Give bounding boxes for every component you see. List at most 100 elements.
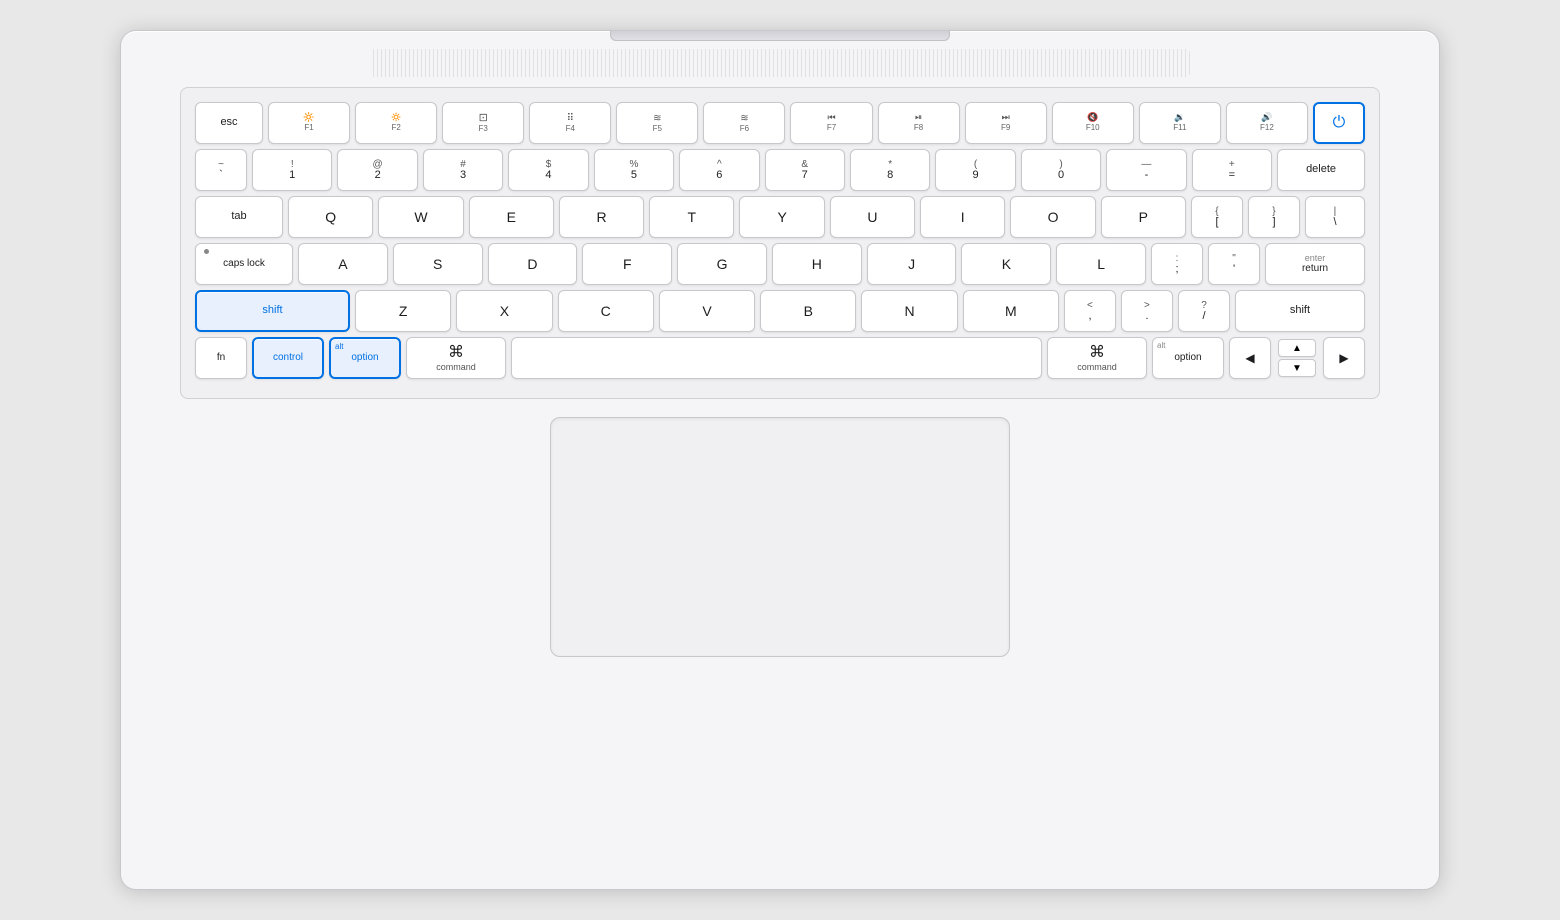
colon-label: : [1176, 254, 1179, 264]
hinge-bar [610, 31, 950, 41]
f-label: F [623, 256, 632, 273]
alt-right-label: alt [1157, 341, 1165, 351]
tilde-bottom: ` [219, 170, 223, 181]
key-8[interactable]: * 8 [850, 149, 930, 191]
key-2[interactable]: @ 2 [337, 149, 417, 191]
key-control[interactable]: control [252, 337, 324, 379]
key2-top: @ [373, 160, 383, 170]
key-command-left[interactable]: ⌘ command [406, 337, 506, 379]
key-option-right[interactable]: alt option [1152, 337, 1224, 379]
key-w[interactable]: W [378, 196, 463, 238]
key-arrow-down[interactable]: ▼ [1278, 359, 1316, 377]
key-quote[interactable]: " ' [1208, 243, 1260, 285]
key-v[interactable]: V [659, 290, 755, 332]
key-y[interactable]: Y [739, 196, 824, 238]
key-arrow-left[interactable]: ◀ [1229, 337, 1271, 379]
key-e[interactable]: E [469, 196, 554, 238]
key-m[interactable]: M [963, 290, 1059, 332]
key-f6[interactable]: ≋ F6 [703, 102, 785, 144]
key-5[interactable]: % 5 [594, 149, 674, 191]
key-q[interactable]: Q [288, 196, 373, 238]
key-enter[interactable]: enter return [1265, 243, 1365, 285]
key-d[interactable]: D [488, 243, 578, 285]
key-b[interactable]: B [760, 290, 856, 332]
key-caps-lock[interactable]: caps lock [195, 243, 293, 285]
key-o[interactable]: O [1010, 196, 1095, 238]
key-0[interactable]: ) 0 [1021, 149, 1101, 191]
y-label: Y [777, 209, 786, 226]
key-f4[interactable]: ⠿ F4 [529, 102, 611, 144]
key-shift-left[interactable]: shift [195, 290, 350, 332]
key-close-bracket[interactable]: } ] [1248, 196, 1300, 238]
key-6[interactable]: ^ 6 [679, 149, 759, 191]
p-label: P [1139, 209, 1148, 226]
n-label: N [904, 303, 914, 320]
key-l[interactable]: L [1056, 243, 1146, 285]
key-f9[interactable]: ⏭ F9 [965, 102, 1047, 144]
u-label: U [867, 209, 877, 226]
key6-top: ^ [717, 160, 722, 170]
key-tab[interactable]: tab [195, 196, 283, 238]
key-r[interactable]: R [559, 196, 644, 238]
key-period[interactable]: > . [1121, 290, 1173, 332]
key-k[interactable]: K [961, 243, 1051, 285]
key-fn[interactable]: fn [195, 337, 247, 379]
key-4[interactable]: $ 4 [508, 149, 588, 191]
key-p[interactable]: P [1101, 196, 1186, 238]
key-n[interactable]: N [861, 290, 957, 332]
alt-left-label: alt [335, 342, 343, 352]
key-power[interactable]: ⏻ [1313, 102, 1365, 144]
f6-icon: ≋ [740, 113, 748, 124]
key-7[interactable]: & 7 [765, 149, 845, 191]
key-x[interactable]: X [456, 290, 552, 332]
key-arrow-right[interactable]: ▶ [1323, 337, 1365, 379]
minus-bottom: - [1145, 170, 1149, 181]
key-delete[interactable]: delete [1277, 149, 1365, 191]
key-shift-right[interactable]: shift [1235, 290, 1365, 332]
key-space[interactable] [511, 337, 1042, 379]
key-option-left[interactable]: alt option [329, 337, 401, 379]
key-backslash[interactable]: | \ [1305, 196, 1365, 238]
key-c[interactable]: C [558, 290, 654, 332]
key-j[interactable]: J [867, 243, 957, 285]
key-f10[interactable]: 🔇 F10 [1052, 102, 1134, 144]
key-t[interactable]: T [649, 196, 734, 238]
key-open-bracket[interactable]: { [ [1191, 196, 1243, 238]
key-equals[interactable]: + = [1192, 149, 1272, 191]
key-g[interactable]: G [677, 243, 767, 285]
key-f8[interactable]: ⏯ F8 [878, 102, 960, 144]
esc-label: esc [220, 116, 237, 129]
key-arrow-up[interactable]: ▲ [1278, 339, 1316, 357]
key-z[interactable]: Z [355, 290, 451, 332]
key-comma[interactable]: < , [1064, 290, 1116, 332]
key-f7[interactable]: ⏮ F7 [790, 102, 872, 144]
tab-row: tab Q W E R T Y U I O P { [ } ] | \ [195, 196, 1365, 238]
key-slash[interactable]: ? / [1178, 290, 1230, 332]
key-f3[interactable]: ⊡ F3 [442, 102, 524, 144]
key1-top: ! [291, 160, 294, 170]
key-f11[interactable]: 🔉 F11 [1139, 102, 1221, 144]
key9-top: ( [974, 160, 977, 170]
key-i[interactable]: I [920, 196, 1005, 238]
key-9[interactable]: ( 9 [935, 149, 1015, 191]
key-tilde[interactable]: ~ ` [195, 149, 247, 191]
key-esc[interactable]: esc [195, 102, 263, 144]
key-semicolon[interactable]: : ; [1151, 243, 1203, 285]
key-h[interactable]: H [772, 243, 862, 285]
key-f2[interactable]: 🔅 F2 [355, 102, 437, 144]
key0-top: ) [1059, 160, 1062, 170]
key-1[interactable]: ! 1 [252, 149, 332, 191]
key-minus[interactable]: — - [1106, 149, 1186, 191]
key-command-right[interactable]: ⌘ command [1047, 337, 1147, 379]
key-u[interactable]: U [830, 196, 915, 238]
key-3[interactable]: # 3 [423, 149, 503, 191]
key-a[interactable]: A [298, 243, 388, 285]
control-label: control [273, 352, 303, 364]
key-f[interactable]: F [582, 243, 672, 285]
trackpad[interactable] [550, 417, 1010, 657]
key-f12[interactable]: 🔊 F12 [1226, 102, 1308, 144]
key-f1[interactable]: 🔆 F1 [268, 102, 350, 144]
j-label: J [908, 256, 915, 273]
key-s[interactable]: S [393, 243, 483, 285]
key-f5[interactable]: ≋ F5 [616, 102, 698, 144]
